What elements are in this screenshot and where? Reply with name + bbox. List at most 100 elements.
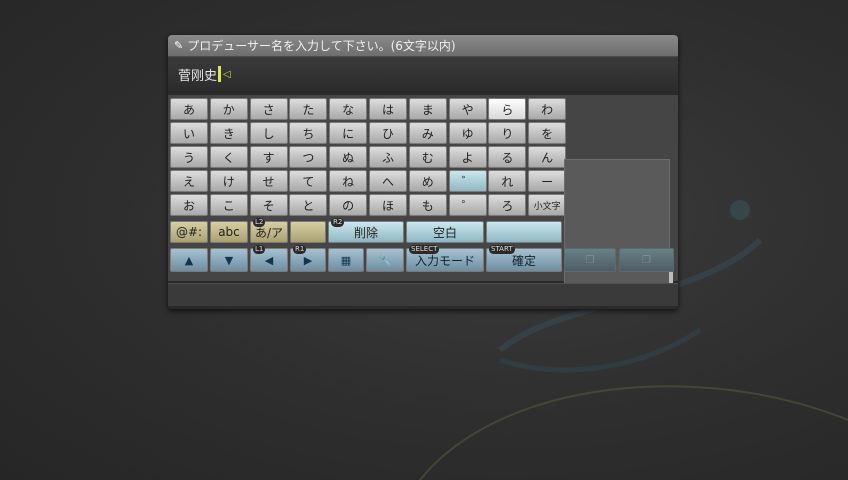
kana-key[interactable]: な	[329, 98, 368, 120]
kana-key[interactable]: る	[488, 146, 527, 168]
name-input-field[interactable]: 菅刚史 ◁	[168, 57, 678, 91]
kana-key-label: も	[421, 198, 434, 213]
kana-key[interactable]: う	[170, 146, 208, 168]
paste-key[interactable]: ❐	[619, 248, 674, 272]
cursor-up-key[interactable]: ▲	[170, 248, 208, 272]
kana-key[interactable]: み	[408, 122, 447, 144]
kana-key[interactable]: へ	[369, 170, 407, 192]
l1-tag: L1	[253, 245, 266, 254]
kana-key-label: て	[302, 174, 315, 189]
kana-key[interactable]: ふ	[369, 146, 407, 168]
kana-key[interactable]: ね	[329, 170, 368, 192]
kana-key[interactable]: も	[408, 194, 447, 216]
r1-tag: R1	[293, 245, 307, 254]
kana-key[interactable]: た	[289, 98, 328, 120]
cursor-right-key[interactable]: R1 ▶	[290, 245, 326, 272]
kana-key[interactable]: れ	[488, 170, 527, 192]
kana-key-label: た	[302, 102, 315, 117]
kana-key[interactable]: つ	[289, 146, 328, 168]
kana-key-label: ら	[501, 102, 514, 117]
kana-key-label: ま	[421, 102, 434, 117]
kana-key-label: お	[182, 198, 195, 213]
name-input-value: 菅刚史	[178, 68, 218, 84]
kana-key-label: し	[262, 126, 275, 141]
blank-teal-key[interactable]	[486, 221, 562, 243]
kana-key[interactable]: て	[289, 170, 328, 192]
kana-key-label: さ	[262, 102, 275, 117]
kana-key[interactable]: ま	[408, 98, 447, 120]
symbols-key[interactable]: @#:	[170, 221, 208, 243]
kana-key[interactable]: に	[329, 122, 368, 144]
kana-key-label: ゜	[461, 198, 474, 213]
input-mode-key[interactable]: SELECT 入力モード	[406, 245, 484, 272]
kana-key-label: ろ	[501, 198, 514, 213]
blank-function-key[interactable]	[290, 221, 326, 243]
kana-key-label: ち	[302, 126, 315, 141]
kana-key-label: け	[222, 174, 235, 189]
kana-key-label: 小文字	[533, 201, 561, 212]
settings-key[interactable]: 🔧	[366, 248, 404, 272]
kana-key-label: に	[342, 126, 355, 141]
kana-key[interactable]: か	[209, 98, 248, 120]
copy-icon: ❐	[585, 254, 595, 266]
kana-key[interactable]: と	[289, 194, 328, 216]
kana-key-label: ほ	[381, 198, 394, 213]
arrow-left-icon: ◀	[264, 253, 274, 267]
kana-key[interactable]: そ	[249, 194, 288, 216]
kana-key[interactable]: き	[209, 122, 248, 144]
symbols-key-label: @#:	[175, 225, 203, 239]
cursor-left-key[interactable]: L1 ◀	[250, 245, 288, 272]
kana-key[interactable]: お	[170, 194, 208, 216]
kana-key[interactable]: ゜	[448, 194, 487, 216]
kana-key[interactable]: ひ	[369, 122, 407, 144]
kana-key[interactable]: は	[369, 98, 407, 120]
kana-key[interactable]: り	[488, 122, 527, 144]
kana-key-label: む	[421, 150, 434, 165]
kana-toggle-key[interactable]: L2 あ/ア	[250, 218, 288, 243]
kana-key[interactable]: を	[528, 122, 567, 144]
kana-key-label: つ	[302, 150, 315, 165]
kana-key[interactable]: わ	[528, 98, 567, 120]
cursor-down-key[interactable]: ▼	[210, 248, 248, 272]
keyboard-layout-key[interactable]: ▦	[328, 248, 364, 272]
arrow-up-icon: ▲	[184, 253, 194, 267]
kana-key[interactable]: く	[209, 146, 248, 168]
kana-key[interactable]: ゆ	[448, 122, 487, 144]
arrow-down-icon: ▼	[224, 253, 234, 267]
kana-key[interactable]: け	[209, 170, 248, 192]
kana-key[interactable]: め	[408, 170, 447, 192]
kana-key[interactable]: い	[170, 122, 208, 144]
kana-key[interactable]: む	[408, 146, 447, 168]
kana-key[interactable]: あ	[170, 98, 208, 120]
copy-key[interactable]: ❐	[564, 248, 616, 272]
kana-key[interactable]: ろ	[488, 194, 527, 216]
kana-key[interactable]: こ	[209, 194, 248, 216]
kana-key[interactable]: ん	[528, 146, 567, 168]
r2-tag: R2	[331, 218, 345, 227]
kana-key[interactable]: さ	[249, 98, 288, 120]
kana-key[interactable]: ら	[488, 98, 527, 120]
kana-key[interactable]: よ	[448, 146, 487, 168]
kana-key[interactable]: ゛	[448, 170, 487, 192]
abc-key-label: abc	[218, 225, 240, 239]
kana-key-label: や	[461, 102, 474, 117]
kana-key-label: え	[182, 174, 195, 189]
confirm-key[interactable]: START 確定	[486, 245, 562, 272]
kana-key[interactable]: ー	[528, 170, 567, 192]
kana-key-label: き	[222, 126, 235, 141]
kana-key-label: を	[541, 126, 554, 141]
space-key[interactable]: 空白	[406, 221, 484, 243]
l2-tag: L2	[253, 218, 266, 227]
kana-key[interactable]: せ	[249, 170, 288, 192]
kana-key[interactable]: の	[329, 194, 368, 216]
kana-key[interactable]: す	[249, 146, 288, 168]
kana-key[interactable]: ぬ	[329, 146, 368, 168]
kana-key[interactable]: 小文字	[528, 194, 567, 216]
kana-key[interactable]: ち	[289, 122, 328, 144]
kana-key[interactable]: し	[249, 122, 288, 144]
delete-key[interactable]: R2 削除	[328, 218, 404, 243]
kana-key[interactable]: え	[170, 170, 208, 192]
kana-key[interactable]: ほ	[369, 194, 407, 216]
abc-key[interactable]: abc	[210, 221, 248, 243]
kana-key[interactable]: や	[448, 98, 487, 120]
